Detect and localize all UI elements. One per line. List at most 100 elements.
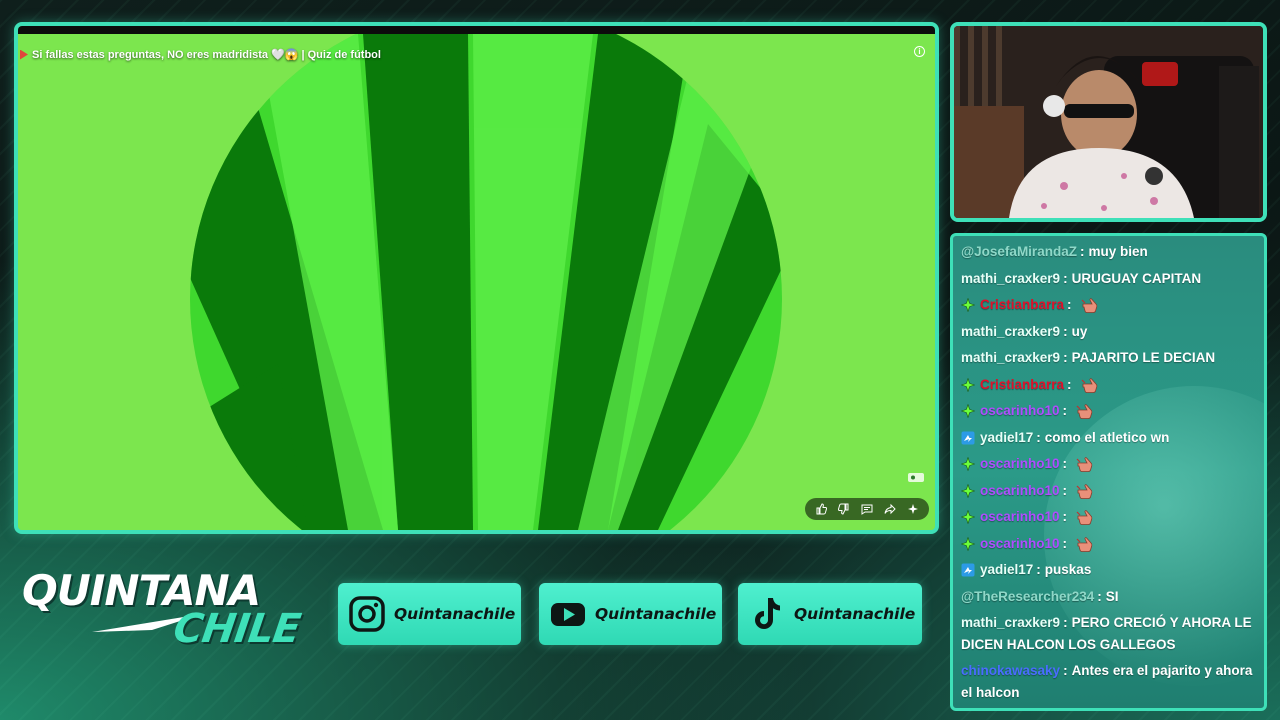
chat-separator: : [1063, 270, 1068, 286]
dislike-icon[interactable] [836, 501, 852, 517]
chat-username[interactable]: Cristianbarra [980, 292, 1064, 319]
instagram-button[interactable]: Quintanachile [338, 583, 521, 645]
chat-text: puskas [1044, 562, 1092, 577]
chat-message: oscarinho10: [953, 478, 1264, 505]
chat-message: mathi_craxker9: uy [953, 319, 1264, 346]
chat-text: muy bien [1088, 244, 1148, 259]
tiktok-label: Quintanachile [794, 605, 916, 623]
prime-badge-icon [961, 431, 975, 445]
chat-username[interactable]: yadiel17 [980, 557, 1033, 584]
chat-separator: : [1063, 323, 1068, 339]
chat-text: URUGUAY CAPITAN [1071, 270, 1202, 286]
chat-message: @TheResearcher234: SI [953, 584, 1264, 611]
chat-text: uy [1071, 323, 1088, 339]
chat-username[interactable]: Cristianbarra [980, 372, 1064, 399]
chat-panel[interactable]: @JosefaMirandaZ: muy bien mathi_craxker9: U… [950, 233, 1267, 711]
video-player[interactable]: Si fallas estas preguntas, NO eres madri… [14, 22, 939, 534]
chat-separator: : [1067, 297, 1072, 312]
chat-message-list: @JosefaMirandaZ: muy bien mathi_craxker9: U… [953, 239, 1264, 706]
chat-message: @JosefaMirandaZ: muy bien [953, 239, 1264, 266]
chat-separator: : [1063, 663, 1068, 678]
chat-separator: : [1036, 429, 1041, 445]
chat-separator: : [1062, 456, 1068, 471]
chat-username[interactable]: oscarinho10 [980, 504, 1060, 531]
star-badge-icon [961, 404, 975, 419]
pointing-hand-emote-icon [1075, 481, 1095, 501]
chat-message: chinokawasaky: Antes era el pajarito y ah… [953, 658, 1264, 706]
chat-separator: : [1063, 615, 1068, 630]
chat-username[interactable]: yadiel17 [980, 425, 1033, 452]
chat-username[interactable]: oscarinho10 [980, 478, 1060, 505]
watermark-icon [908, 473, 924, 482]
video-action-bar [805, 498, 929, 520]
star-badge-icon [961, 298, 975, 313]
chat-separator: : [1063, 350, 1068, 365]
youtube-label: Quintanachile [595, 605, 717, 623]
chat-message: Cristianbarra: [953, 292, 1264, 319]
tiktok-button[interactable]: Quintanachile [738, 583, 922, 645]
streamer-camera-image [954, 26, 1263, 218]
quintana-chile-logo: QUINTANA CHILE [22, 566, 303, 662]
chat-message: mathi_craxker9: PERO CRECIÓ Y AHORA LE DI… [953, 610, 1264, 658]
chat-separator: : [1036, 562, 1041, 577]
chat-username[interactable]: oscarinho10 [980, 531, 1060, 558]
youtube-button[interactable]: Quintanachile [539, 583, 722, 645]
comment-icon[interactable] [859, 501, 875, 517]
chat-separator: : [1067, 376, 1072, 392]
chat-username[interactable]: @TheResearcher234 [961, 584, 1094, 611]
chat-message: oscarinho10: [953, 504, 1264, 531]
chat-username[interactable]: oscarinho10 [980, 451, 1060, 478]
like-icon[interactable] [813, 501, 829, 517]
chat-message: mathi_craxker9: PAJARITO LE DECIAN [953, 345, 1264, 372]
chat-username[interactable]: mathi_craxker9 [961, 319, 1060, 346]
star-badge-icon [961, 483, 975, 498]
star-badge-icon [961, 536, 975, 551]
chat-text: SI [1105, 588, 1119, 604]
logo-line-chile: CHILE [170, 606, 303, 652]
star-badge-icon [961, 377, 975, 392]
chat-separator: : [1079, 244, 1085, 259]
youtube-icon [549, 595, 587, 633]
pointing-hand-emote-icon [1075, 401, 1095, 421]
chat-separator: : [1062, 403, 1068, 418]
chat-message: yadiel17: como el atletico wn [953, 425, 1264, 452]
webcam-feed [950, 22, 1267, 222]
chat-username[interactable]: chinokawasaky [961, 663, 1060, 678]
video-stage[interactable] [18, 34, 935, 530]
chat-message: oscarinho10: [953, 531, 1264, 558]
pointing-hand-emote-icon [1080, 375, 1100, 395]
instagram-label: Quintanachile [394, 605, 516, 623]
video-title-text: Si fallas estas preguntas, NO eres madri… [32, 49, 381, 61]
share-icon[interactable] [882, 501, 898, 517]
prime-badge-icon [961, 563, 975, 577]
chat-message: Cristianbarra: [953, 372, 1264, 399]
pointing-hand-emote-icon [1075, 454, 1095, 474]
chat-separator: : [1062, 535, 1068, 551]
chat-message: oscarinho10: [953, 451, 1264, 478]
chat-message: yadiel17: puskas [953, 557, 1264, 584]
star-badge-icon [961, 457, 975, 472]
chat-message: mathi_craxker9: URUGUAY CAPITAN [953, 266, 1264, 293]
chat-separator: : [1062, 509, 1068, 524]
star-badge-icon [961, 510, 975, 525]
chat-username[interactable]: oscarinho10 [980, 398, 1060, 425]
info-icon[interactable]: i [914, 46, 925, 57]
pointing-hand-emote-icon [1080, 295, 1100, 315]
channel-mark-icon [20, 49, 28, 60]
chat-username[interactable]: mathi_craxker9 [961, 615, 1060, 630]
video-title[interactable]: Si fallas estas preguntas, NO eres madri… [20, 48, 381, 61]
chat-username[interactable]: mathi_craxker9 [961, 345, 1060, 372]
chat-text: como el atletico wn [1044, 429, 1170, 445]
video-top-bar [18, 26, 935, 34]
pointing-hand-emote-icon [1075, 507, 1095, 527]
chat-username[interactable]: @JosefaMirandaZ [961, 239, 1077, 266]
tiktok-icon [748, 595, 786, 633]
sparkle-icon[interactable] [905, 501, 921, 517]
instagram-icon [348, 595, 386, 633]
chat-separator: : [1062, 482, 1068, 498]
sunburst-graphic [18, 34, 935, 530]
pointing-hand-emote-icon [1075, 534, 1095, 554]
chat-message: oscarinho10: [953, 398, 1264, 425]
chat-username[interactable]: mathi_craxker9 [961, 266, 1060, 293]
chat-separator: : [1097, 588, 1102, 604]
